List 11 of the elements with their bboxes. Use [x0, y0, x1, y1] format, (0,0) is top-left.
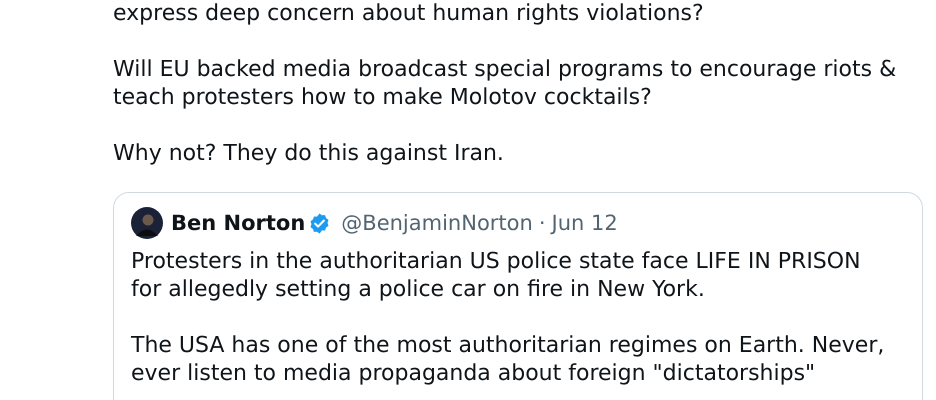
quoted-tweet-text: Protesters in the authoritarian US police state face LIFE IN PRISON for allegedly setting a police car on fire in New York.: [131, 248, 862, 304]
tweet-text: express deep concern about human rights violations?: [113, 0, 705, 28]
tweet-date[interactable]: Jun 12: [552, 208, 618, 238]
avatar-icon: [131, 207, 163, 239]
quoted-tweet-card[interactable]: [113, 192, 923, 400]
tweet-text: Why not? They do this against Iran.: [113, 140, 505, 168]
separator-dot: ·: [538, 210, 546, 236]
author-handle[interactable]: @BenjaminNorton: [341, 208, 533, 238]
author-name: Ben Norton: [171, 210, 306, 236]
tweet-text: Will EU backed media broadcast special programs to encourage riots & teach protesters how to make Molotov cocktails?: [113, 56, 898, 112]
quoted-tweet-text: The USA has one of the most authoritarian regimes on Earth. Never, ever listen to media propaganda about foreign "dictatorships": [131, 332, 886, 388]
